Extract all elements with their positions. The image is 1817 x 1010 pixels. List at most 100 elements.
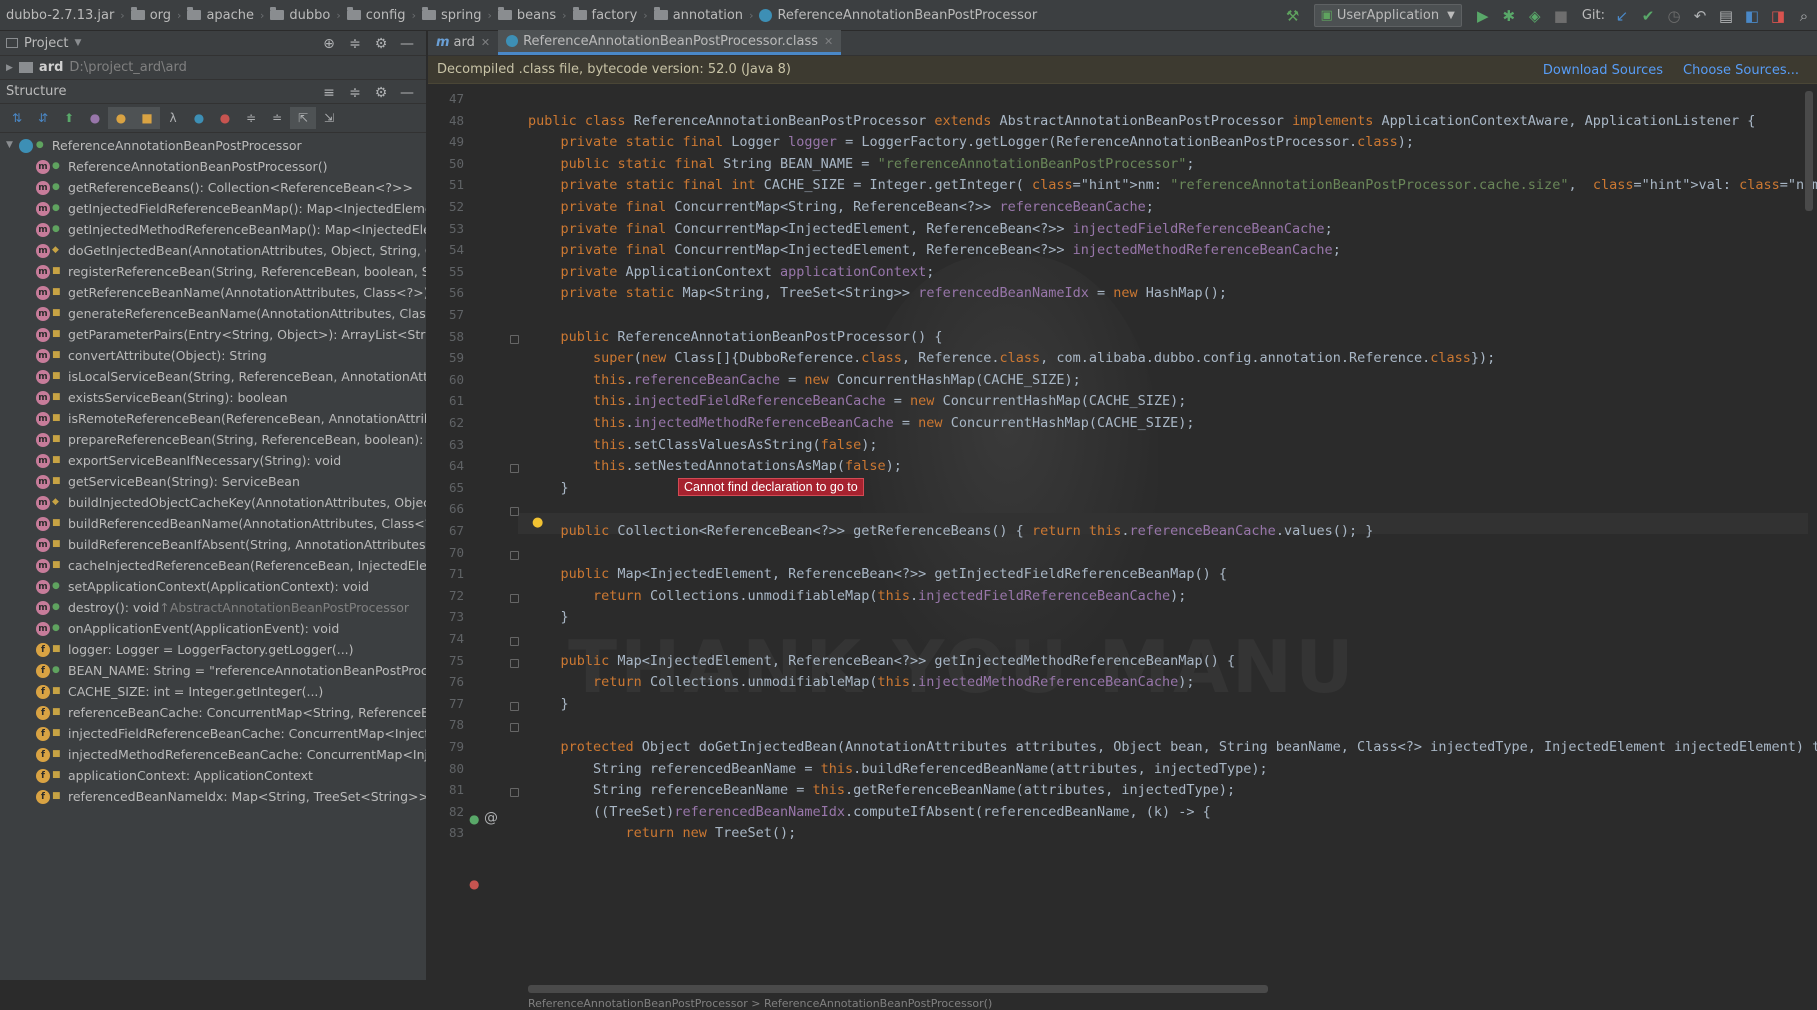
show-properties-icon[interactable]: ● <box>82 107 108 129</box>
translate-icon[interactable]: ◧ <box>1739 7 1765 25</box>
tab-ard[interactable]: m ard ✕ <box>428 30 498 55</box>
structure-item[interactable]: m ■ existsServiceBean(String): boolean <box>0 387 426 408</box>
expand-all-icon[interactable]: ≡ <box>316 85 342 101</box>
debug-icon[interactable]: ✱ <box>1496 7 1522 25</box>
sort-visibility-icon[interactable]: ⇅ <box>4 107 30 129</box>
search-icon[interactable]: ⌕ <box>1791 7 1817 25</box>
build-hammer-icon[interactable]: ⚒ <box>1280 7 1306 25</box>
git-commit-icon[interactable]: ✔ <box>1635 7 1661 25</box>
show-anonymous-icon[interactable]: ● <box>186 107 212 129</box>
autoscroll-to-source-icon[interactable]: ⇱ <box>290 107 316 129</box>
horizontal-scrollbar[interactable] <box>528 985 1268 993</box>
implements-gutter-icon[interactable]: ● <box>469 812 479 826</box>
fold-toggle-icon[interactable] <box>510 788 519 798</box>
collapse-all-icon[interactable]: ≑ <box>342 36 368 52</box>
structure-item[interactable]: f ■ injectedMethodReferenceBeanCache: Conc… <box>0 744 426 765</box>
fold-toggle-icon[interactable] <box>510 507 519 517</box>
fold-toggle-icon[interactable] <box>510 550 519 560</box>
google-translate-icon[interactable]: ◨ <box>1765 7 1791 25</box>
fold-toggle-icon[interactable] <box>510 701 519 711</box>
structure-item[interactable]: m ● getReferenceBeans(): Collection<Refere… <box>0 177 426 198</box>
intention-bulb-icon[interactable]: ● <box>532 515 543 530</box>
structure-item[interactable]: m ■ registerReferenceBean(String, Referenc… <box>0 261 426 282</box>
download-sources-link[interactable]: Download Sources <box>1543 63 1663 78</box>
fold-toggle-icon[interactable] <box>510 723 519 733</box>
git-rollback-icon[interactable]: ↶ <box>1687 7 1713 25</box>
show-non-public-icon[interactable]: ■ <box>134 107 160 129</box>
git-update-icon[interactable]: ↙ <box>1609 7 1635 25</box>
breadcrumb-item[interactable]: spring <box>416 0 487 30</box>
close-icon[interactable]: ✕ <box>481 36 490 49</box>
code-editor[interactable]: THANK YOU MANU 47 48 49 50 51 52 53 54 55 56 57 58 5… <box>428 85 1817 985</box>
structure-item[interactable]: m ■ prepareReferenceBean(String, Reference… <box>0 429 426 450</box>
fold-toggle-icon[interactable] <box>510 658 519 668</box>
structure-item[interactable]: m ■ isLocalServiceBean(String, ReferenceBe… <box>0 366 426 387</box>
structure-item[interactable]: f ■ referencedBeanNameIdx: Map<String, Tre… <box>0 786 426 807</box>
structure-item[interactable]: f ■ injectedFieldReferenceBeanCache: Concu… <box>0 723 426 744</box>
structure-item[interactable]: f ■ logger: Logger = LoggerFactory.getLogg… <box>0 639 426 660</box>
structure-item[interactable]: f ■ applicationContext: ApplicationContext <box>0 765 426 786</box>
gear-icon[interactable]: ⚙ <box>368 85 394 101</box>
chevron-right-icon[interactable]: ▶ <box>6 63 13 73</box>
vertical-scrollbar[interactable] <box>1805 91 1813 211</box>
breadcrumb-item[interactable]: dubbo <box>264 0 336 30</box>
structure-item[interactable]: f ■ CACHE_SIZE: int = Integer.getInteger(.… <box>0 681 426 702</box>
editor-breadcrumb[interactable]: ReferenceAnnotationBeanPostProcessor > R… <box>528 997 992 1010</box>
structure-item[interactable]: m ● setApplicationContext(ApplicationConte… <box>0 576 426 597</box>
minimize-icon[interactable]: — <box>394 36 420 52</box>
structure-item[interactable]: m ● onApplicationEvent(ApplicationEvent): … <box>0 618 426 639</box>
structure-item[interactable]: m ■ getReferenceBeanName(AnnotationAttribu… <box>0 282 426 303</box>
close-icon[interactable]: ✕ <box>824 35 833 48</box>
chevron-down-icon[interactable]: ▼ <box>6 135 13 156</box>
breadcrumb-item[interactable]: apache <box>181 0 260 30</box>
show-fields-icon[interactable]: ● <box>108 107 134 129</box>
locate-icon[interactable]: ⊕ <box>316 36 342 52</box>
run-icon[interactable]: ▶ <box>1470 7 1496 25</box>
structure-item[interactable]: m ■ getServiceBean(String): ServiceBean <box>0 471 426 492</box>
expand-icon[interactable]: ≑ <box>238 107 264 129</box>
show-lambdas-icon[interactable]: λ <box>160 107 186 129</box>
autoscroll-from-source-icon[interactable]: ⇲ <box>316 107 342 129</box>
structure-root-row[interactable]: ▼ ● ReferenceAnnotationBeanPostProcessor <box>0 135 426 156</box>
minimize-icon[interactable]: — <box>394 85 420 101</box>
show-exceptions-icon[interactable]: ● <box>212 107 238 129</box>
stop-icon[interactable]: ■ <box>1548 7 1574 25</box>
sort-alpha-icon[interactable]: ⇵ <box>30 107 56 129</box>
structure-item[interactable]: m ◆ doGetInjectedBean(AnnotationAttributes… <box>0 240 426 261</box>
breadcrumb-item[interactable]: dubbo-2.7.13.jar <box>0 0 120 30</box>
structure-item[interactable]: f ■ referenceBeanCache: ConcurrentMap<Stri… <box>0 702 426 723</box>
gear-icon[interactable]: ⚙ <box>368 36 394 52</box>
coverage-icon[interactable]: ◈ <box>1522 7 1548 25</box>
structure-item[interactable]: m ● getInjectedMethodReferenceBeanMap(): M… <box>0 219 426 240</box>
project-panel-title[interactable]: Project <box>24 36 68 51</box>
show-inherited-icon[interactable]: ⬆ <box>56 107 82 129</box>
override-gutter-icon[interactable]: ● <box>469 877 479 891</box>
structure-item[interactable]: m ■ cacheInjectedReferenceBean(ReferenceBe… <box>0 555 426 576</box>
structure-item[interactable]: m ◆ buildInjectedObjectCacheKey(Annotation… <box>0 492 426 513</box>
structure-item[interactable]: m ■ buildReferencedBeanName(AnnotationAttr… <box>0 513 426 534</box>
breadcrumb-item[interactable]: beans <box>492 0 562 30</box>
project-structure-icon[interactable]: ▤ <box>1713 7 1739 25</box>
structure-item[interactable]: m ■ isRemoteReferenceBean(ReferenceBean, A… <box>0 408 426 429</box>
git-history-icon[interactable]: ◷ <box>1661 7 1687 25</box>
fold-toggle-icon[interactable] <box>510 464 519 474</box>
breadcrumb-item[interactable]: config <box>341 0 412 30</box>
structure-item[interactable]: m ● ReferenceAnnotationBeanPostProcessor() <box>0 156 426 177</box>
fold-toggle-icon[interactable] <box>510 637 519 646</box>
structure-item[interactable]: m ● destroy(): void ↑AbstractAnnotationBea… <box>0 597 426 618</box>
project-root-row[interactable]: ▶ ard D:\project_ard\ard <box>0 56 426 79</box>
breadcrumb-item[interactable]: annotation <box>648 0 749 30</box>
structure-item[interactable]: m ■ convertAttribute(Object): String <box>0 345 426 366</box>
collapse-icon[interactable]: ≐ <box>264 107 290 129</box>
collapse-all-icon[interactable]: ≑ <box>342 85 368 101</box>
structure-item[interactable]: m ● getInjectedFieldReferenceBeanMap(): Ma… <box>0 198 426 219</box>
structure-item[interactable]: m ■ buildReferenceBeanIfAbsent(String, Ann… <box>0 534 426 555</box>
chevron-down-icon[interactable]: ▼ <box>74 38 81 48</box>
choose-sources-link[interactable]: Choose Sources... <box>1683 63 1799 78</box>
structure-item[interactable]: f ● BEAN_NAME: String = "referenceAnnotati… <box>0 660 426 681</box>
breadcrumb-item[interactable]: factory <box>567 0 644 30</box>
breadcrumb-item[interactable]: org <box>125 0 177 30</box>
run-config-select[interactable]: ▣ UserApplication ▼ <box>1313 4 1462 27</box>
structure-item[interactable]: m ■ generateReferenceBeanName(AnnotationAt… <box>0 303 426 324</box>
tab-reference-annotation-class[interactable]: ReferenceAnnotationBeanPostProcessor.cla… <box>498 30 842 55</box>
